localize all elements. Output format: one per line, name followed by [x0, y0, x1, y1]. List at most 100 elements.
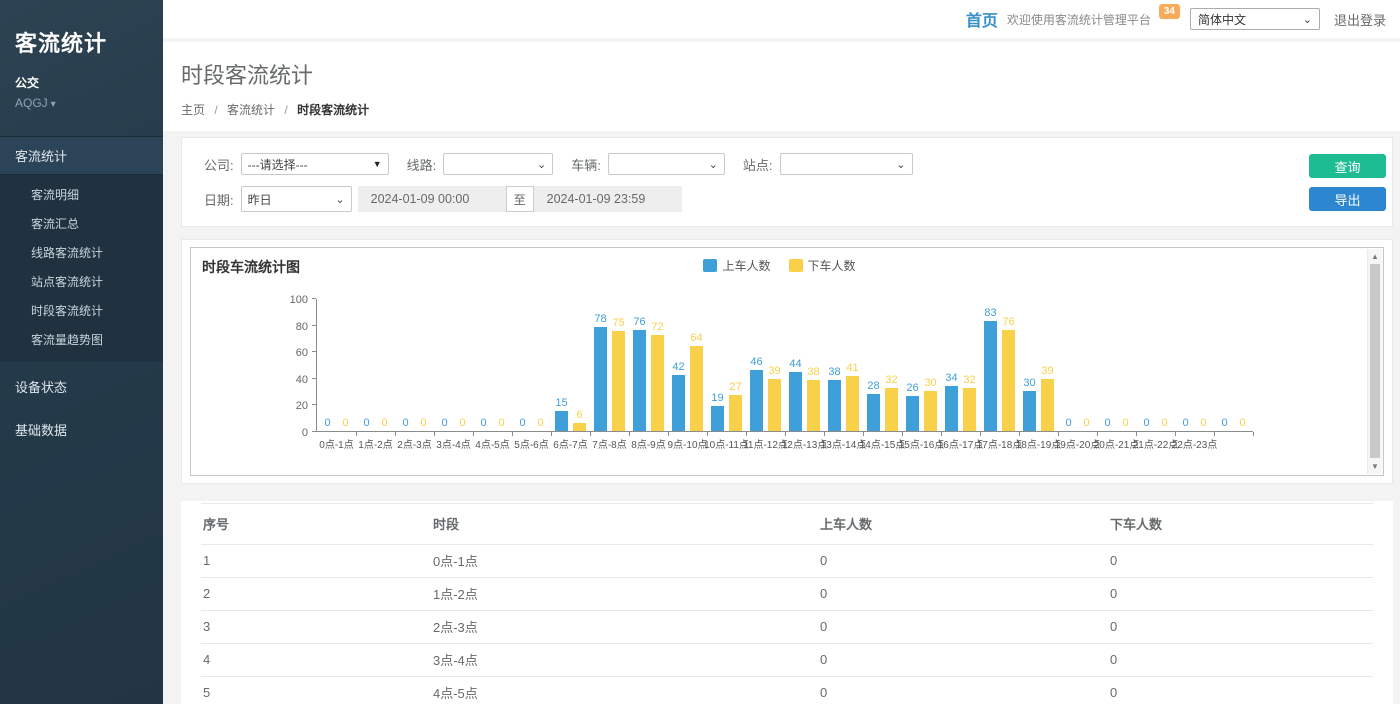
table-header-row: 序号时段上车人数下车人数: [201, 504, 1373, 545]
sidebar-menu: 客流统计客流明细客流汇总线路客流统计站点客流统计时段客流统计客流量趋势图设备状态…: [0, 136, 163, 448]
bar: [690, 346, 703, 431]
bar-group: 3039: [1019, 299, 1058, 431]
legend-item[interactable]: 上车人数: [703, 257, 770, 274]
scrollbar-thumb[interactable]: [1370, 264, 1380, 458]
sidebar-item-0[interactable]: 客流统计: [0, 136, 163, 175]
bar: [1041, 379, 1054, 431]
bar-value-label: 0: [441, 417, 447, 430]
line-label: 线路:: [407, 155, 437, 174]
table-cell: 0: [818, 644, 1108, 677]
bar: [750, 370, 763, 431]
data-table: 序号时段上车人数下车人数 10点-1点0021点-2点0032点-3点0043点…: [201, 503, 1373, 704]
bar-value-label: 0: [1143, 417, 1149, 430]
bar-value-label: 72: [651, 321, 663, 334]
table-cell: 5: [201, 677, 431, 704]
home-link[interactable]: 首页: [966, 7, 998, 31]
bar-value-label: 38: [828, 366, 840, 379]
x-axis-label: 1点-2点: [356, 436, 395, 451]
chart-card: 时段车流统计图 上车人数下车人数 020406080100 0000000000…: [181, 239, 1393, 484]
table-cell: 0: [1108, 578, 1373, 611]
breadcrumb: 主页 / 客流统计 / 时段客流统计: [181, 101, 1400, 118]
x-axis-label: 11点-12点: [746, 436, 785, 451]
sidebar-submenu: 客流明细客流汇总线路客流统计站点客流统计时段客流统计客流量趋势图: [0, 175, 163, 362]
sidebar-subitem[interactable]: 站点客流统计: [0, 267, 163, 296]
bar-value-label: 34: [945, 372, 957, 385]
scroll-up-icon[interactable]: ▲: [1368, 249, 1382, 264]
bar-group: 00: [395, 299, 434, 431]
bar: [924, 391, 937, 431]
topbar: 首页 欢迎使用客流统计管理平台 34 简体中文 ⌄ 退出登录: [163, 0, 1400, 38]
app-title: 客流统计: [15, 26, 148, 58]
bar-group: 00: [1058, 299, 1097, 431]
table-header-cell: 上车人数: [818, 504, 1108, 545]
bar-group: 00: [434, 299, 473, 431]
bar-group: 00: [356, 299, 395, 431]
date-to-input[interactable]: 2024-01-09 23:59: [534, 186, 682, 212]
legend-item[interactable]: 下车人数: [789, 257, 856, 274]
vehicle-select[interactable]: ⌄: [608, 153, 725, 175]
language-select-value: 简体中文: [1198, 11, 1246, 28]
query-button[interactable]: 查询: [1309, 154, 1386, 178]
bar-value-label: 0: [498, 417, 504, 430]
sidebar-item-1[interactable]: 设备状态: [0, 368, 163, 405]
bar: [729, 395, 742, 431]
x-axis-label: 10点-11点: [707, 436, 746, 451]
company-label: 公司:: [204, 155, 234, 174]
logout-link[interactable]: 退出登录: [1334, 10, 1386, 29]
export-button[interactable]: 导出: [1309, 187, 1386, 211]
bar: [555, 411, 568, 431]
company-code-dropdown[interactable]: AQGJ▾: [15, 96, 148, 110]
table-row: 10点-1点00: [201, 545, 1373, 578]
bar: [573, 423, 586, 431]
bar-group: 00: [512, 299, 551, 431]
bar-value-label: 0: [1104, 417, 1110, 430]
table-cell: 1: [201, 545, 431, 578]
x-axis-label: 23点-24点: [1214, 436, 1253, 451]
date-preset-select[interactable]: 昨日 ⌄: [241, 186, 352, 212]
date-from-input[interactable]: 2024-01-09 00:00: [358, 186, 506, 212]
chart-scrollbar[interactable]: ▲ ▼: [1367, 249, 1382, 474]
sidebar-subitem[interactable]: 客流量趋势图: [0, 325, 163, 354]
sidebar-subitem[interactable]: 线路客流统计: [0, 238, 163, 267]
chart-panel: 时段车流统计图 上车人数下车人数 020406080100 0000000000…: [190, 247, 1384, 476]
bar-group: 00: [1175, 299, 1214, 431]
bar: [651, 335, 664, 431]
bar-group: 8376: [980, 299, 1019, 431]
filter-row-1: 公司: ---请选择--- ▼ 线路: ⌄ 车辆: ⌄ 站点:: [204, 153, 1282, 175]
line-select[interactable]: ⌄: [443, 153, 553, 175]
y-tick: [312, 298, 316, 299]
company-select[interactable]: ---请选择--- ▼: [241, 153, 389, 175]
bar-value-label: 64: [690, 332, 702, 345]
x-axis-label: 19点-20点: [1058, 436, 1097, 451]
x-axis-label: 15点-16点: [902, 436, 941, 451]
bar-value-label: 0: [459, 417, 465, 430]
sidebar-subitem[interactable]: 客流明细: [0, 180, 163, 209]
sidebar-subitem[interactable]: 客流汇总: [0, 209, 163, 238]
x-axis-label: 13点-14点: [824, 436, 863, 451]
bar-value-label: 19: [711, 392, 723, 405]
x-axis-labels: 0点-1点1点-2点2点-3点3点-4点4点-5点5点-6点6点-7点7点-8点…: [317, 436, 1383, 451]
bar-value-label: 0: [1083, 417, 1089, 430]
bar-value-label: 0: [324, 417, 330, 430]
x-axis-label: 21点-22点: [1136, 436, 1175, 451]
sidebar-subitem[interactable]: 时段客流统计: [0, 296, 163, 325]
bar-group: 00: [1214, 299, 1253, 431]
y-tick-label: 80: [296, 321, 308, 333]
station-select[interactable]: ⌄: [780, 153, 913, 175]
bar: [906, 396, 919, 431]
y-tick: [312, 431, 316, 432]
bar: [963, 388, 976, 431]
bar-value-label: 0: [363, 417, 369, 430]
bar-value-label: 0: [342, 417, 348, 430]
bar-value-label: 83: [984, 307, 996, 320]
welcome-text: 欢迎使用客流统计管理平台: [1007, 11, 1151, 28]
table-header-cell: 序号: [201, 504, 431, 545]
y-tick-label: 40: [296, 374, 308, 386]
language-select[interactable]: 简体中文 ⌄: [1190, 8, 1320, 30]
sidebar-item-2[interactable]: 基础数据: [0, 411, 163, 448]
breadcrumb-section[interactable]: 客流统计: [227, 103, 275, 117]
company-code-label: AQGJ: [15, 96, 48, 110]
x-axis-label: 20点-21点: [1097, 436, 1136, 451]
scroll-down-icon[interactable]: ▼: [1368, 459, 1382, 474]
breadcrumb-home[interactable]: 主页: [181, 103, 205, 117]
